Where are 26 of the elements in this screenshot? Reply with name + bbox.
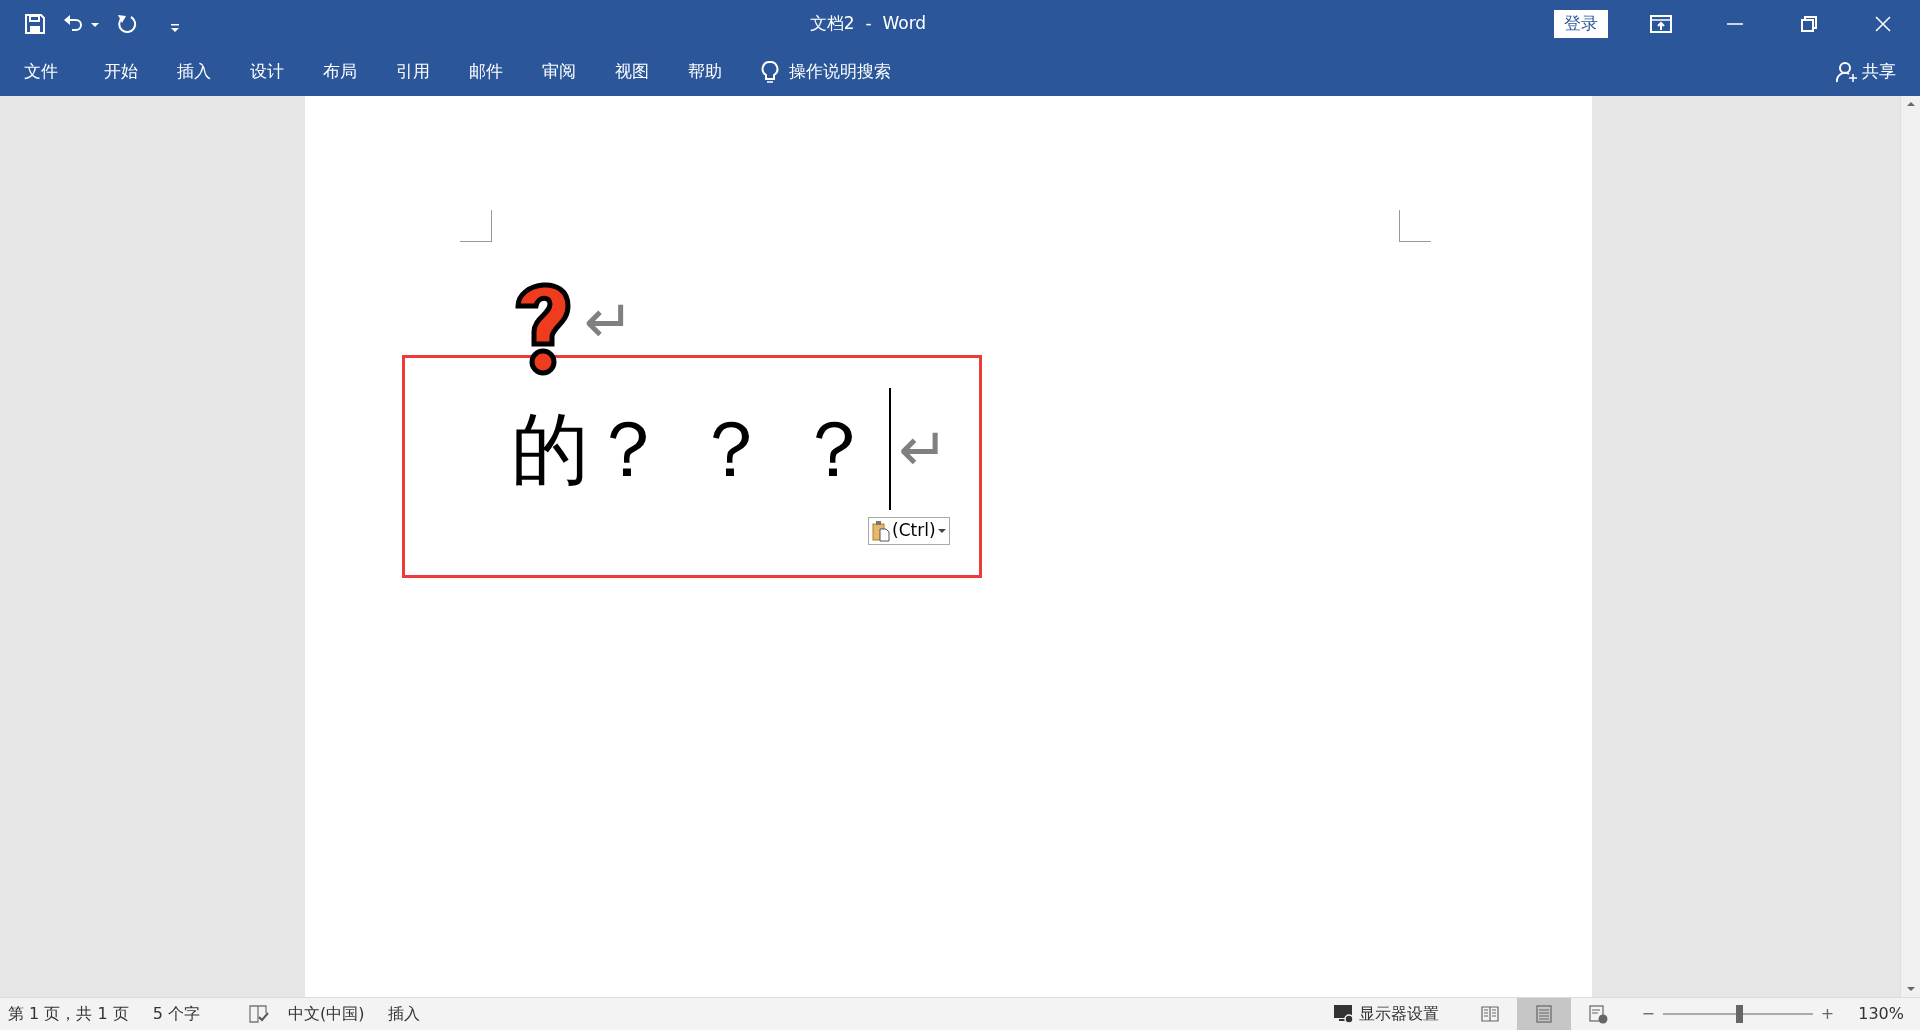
paragraph-mark: ↵	[584, 291, 635, 351]
display-settings-button[interactable]: 显示器设置	[1333, 1002, 1440, 1026]
zoom-out-button[interactable]: −	[1641, 1002, 1655, 1026]
ribbon-tab[interactable]: 引用	[396, 59, 430, 85]
ribbon-tab[interactable]: 设计	[250, 59, 284, 85]
document-text: 的？ ？ ？	[511, 409, 873, 488]
insert-mode[interactable]: 插入	[388, 1002, 421, 1026]
ribbon-tab[interactable]: 文件	[24, 59, 58, 85]
page-count[interactable]: 第 1 页，共 1 页	[8, 1002, 129, 1026]
ribbon-tab[interactable]: 插入	[177, 59, 211, 85]
share-button[interactable]: 共享	[1836, 59, 1896, 85]
ribbon-tab[interactable]: 开始	[104, 59, 138, 85]
ribbon-tab[interactable]: 邮件	[469, 59, 503, 85]
tell-me-search[interactable]: 操作说明搜索	[789, 59, 891, 85]
paste-options-button[interactable]: (Ctrl)	[868, 517, 950, 545]
zoom-level[interactable]: 130%	[1858, 1002, 1904, 1026]
ribbon-tab[interactable]: 帮助	[688, 59, 722, 85]
sign-in-button[interactable]: 登录	[1554, 10, 1608, 38]
ribbon-tab[interactable]: 视图	[615, 59, 649, 85]
language-status[interactable]: 中文(中国)	[287, 1002, 365, 1026]
ribbon-tab[interactable]: 审阅	[542, 59, 576, 85]
window-title: 文档2 - Word	[809, 12, 927, 36]
zoom-in-button[interactable]: +	[1820, 1002, 1835, 1026]
word-count[interactable]: 5 个字	[152, 1002, 200, 1026]
paragraph-mark: ↵	[898, 418, 949, 479]
ribbon-tab[interactable]: 布局	[323, 59, 357, 85]
